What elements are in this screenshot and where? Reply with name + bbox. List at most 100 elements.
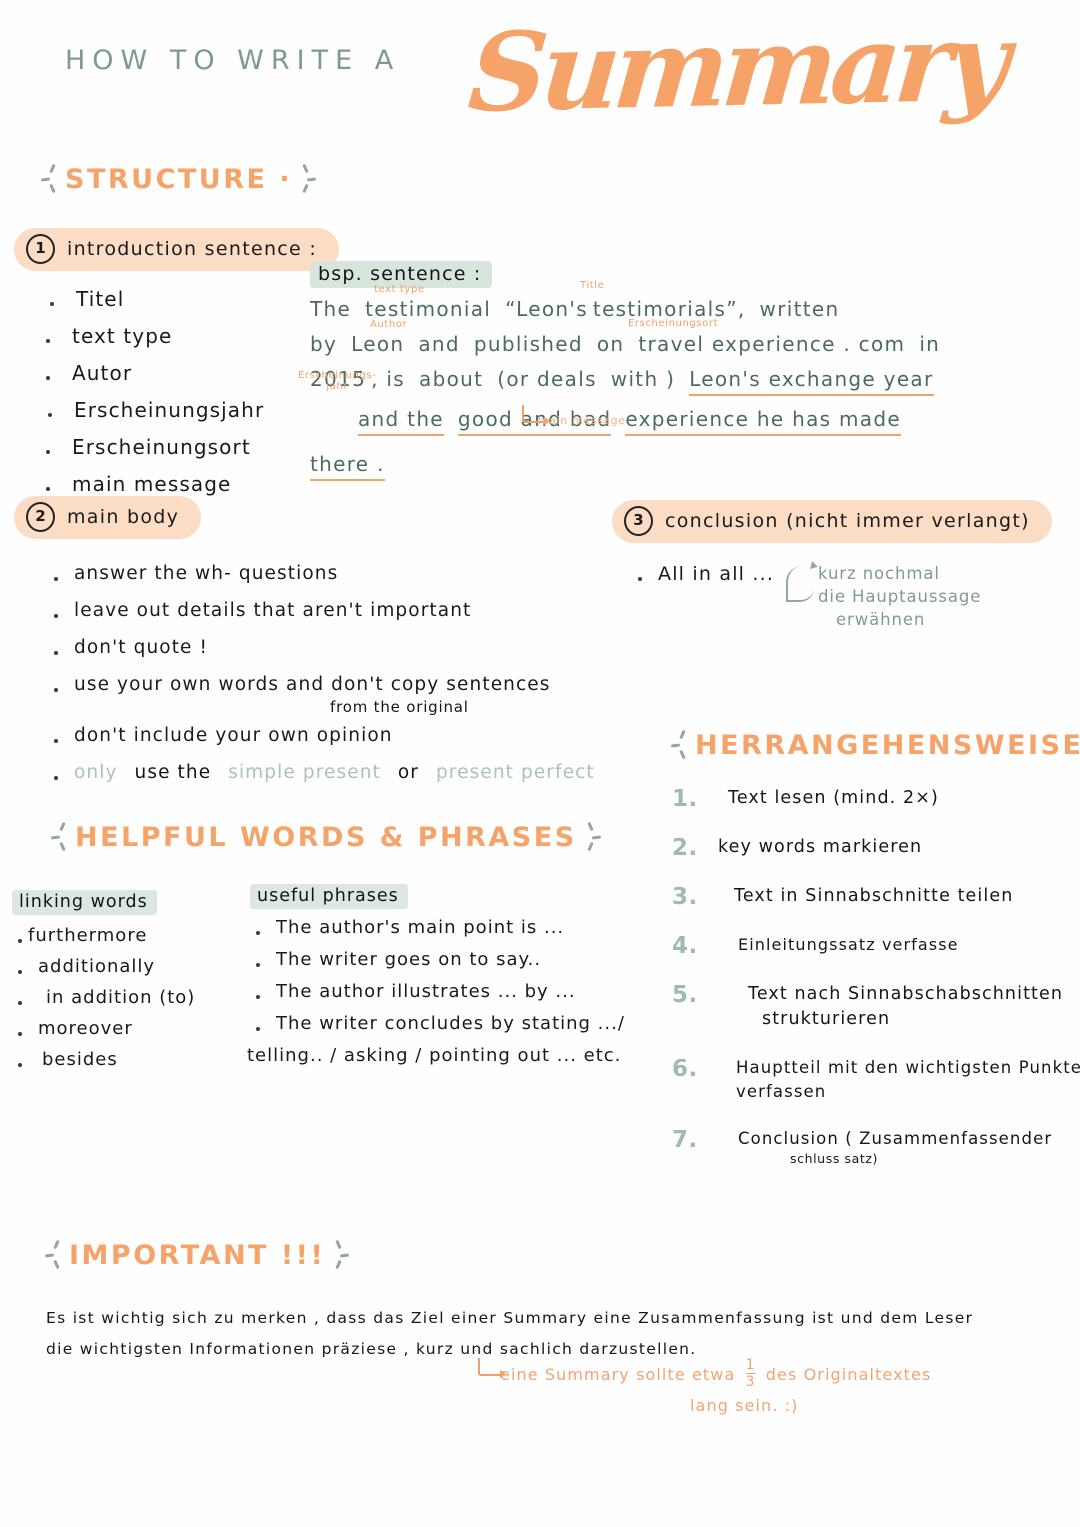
step-text-line1: Conclusion ( Zusammenfassender <box>738 1128 1053 1148</box>
badge-step-2-main-body: 2 main body <box>14 496 202 539</box>
example-word: testimonial <box>365 297 492 321</box>
section-heading-approach: HERRANGEHENSWEISE <box>670 728 1080 762</box>
important-paragraph: Es ist wichtig sich zu merken , dass das… <box>46 1303 1036 1365</box>
list-item: additionally <box>12 956 195 977</box>
list-item: All in all ... <box>632 563 774 585</box>
approach-step: 2. key words markieren <box>672 835 1072 861</box>
conclusion-phrase-list: All in all ... <box>632 563 774 585</box>
sub-annotation-from-the-original: from the original <box>330 698 469 716</box>
list-item: The author's main point is ... <box>250 917 625 938</box>
step-text: Conclusion ( Zusammenfassender schluss s… <box>718 1127 1052 1168</box>
section-heading-structure: STRUCTURE · <box>40 162 317 196</box>
step-text-line1: Text nach Sinnabschabschnitten <box>748 984 1064 1004</box>
conclusion-note-line3: erwähnen <box>836 610 926 630</box>
list-item: main message <box>40 472 264 496</box>
example-word-underlined: Leon's exchange year <box>689 367 934 396</box>
section-heading-important: IMPORTANT !!! <box>44 1238 350 1272</box>
page-title: HOW TO WRITE A Summary <box>65 0 1009 137</box>
main-body-rules-list: answer the wh- questions leave out detai… <box>48 563 595 799</box>
example-word-underlined: and the <box>358 407 444 436</box>
annotation-erscheinungsjahr-line1: Erscheinungs- <box>298 370 377 381</box>
list-item: text type <box>40 324 264 348</box>
annotation-title: Title <box>580 280 605 291</box>
approach-step: 7. Conclusion ( Zusammenfassender schlus… <box>672 1127 1072 1168</box>
example-word: Leon <box>351 332 405 356</box>
sparkle-dashes-right-icon <box>301 162 317 196</box>
step-text: Text lesen (mind. 2×) <box>728 788 939 808</box>
example-word: travel experience . com <box>638 332 906 356</box>
list-item: The writer goes on to say.. <box>250 949 625 970</box>
list-item: The author illustrates ... by ... <box>250 981 625 1002</box>
example-sentence-block: bsp. sentence : text type Title Author E… <box>298 261 970 481</box>
example-word: and <box>418 332 460 356</box>
notes-page: HOW TO WRITE A Summary STRUCTURE · 1 int… <box>0 0 1080 1527</box>
linking-words-heading: linking words <box>12 890 157 915</box>
list-item: furthermore <box>12 925 195 946</box>
approach-step: 3. Text in Sinnabschnitte teilen <box>672 884 1072 910</box>
example-word: “Leon's <box>505 297 588 321</box>
sparkle-dashes-left-icon <box>670 728 686 762</box>
example-line-5: there . <box>310 452 970 481</box>
step-number: 2. <box>672 835 698 861</box>
step-label: main body <box>67 506 180 528</box>
section-heading-approach-label: HERRANGEHENSWEISE <box>695 729 1080 761</box>
useful-phrases-heading: useful phrases <box>250 884 408 909</box>
list-item: moreover <box>12 1018 195 1039</box>
sparkle-dashes-right-icon <box>586 820 601 854</box>
approach-step: 6. Hauptteil mit den wichtigsten Punkten… <box>672 1056 1080 1104</box>
list-item: in addition (to) <box>12 987 195 1008</box>
tense-simple-present: simple present <box>228 762 381 783</box>
approach-step: 4. Einleitungssatz verfasse <box>672 933 1072 959</box>
step-text-line2: strukturieren <box>762 1009 891 1030</box>
approach-steps-list: 1. Text lesen (mind. 2×) 2. key words ma… <box>672 786 1080 1191</box>
list-item: use your own words and don't copy senten… <box>48 674 595 716</box>
list-item: answer the wh- questions <box>48 563 595 584</box>
list-item: Erscheinungsjahr <box>42 398 264 422</box>
step-text: key words markieren <box>718 837 923 857</box>
title-prefix: HOW TO WRITE A <box>65 45 401 76</box>
step-label: conclusion (nicht immer verlangt) <box>665 510 1030 532</box>
list-item: besides <box>12 1049 195 1070</box>
fraction-numerator: 1 <box>745 1357 756 1373</box>
badge-step-1-introduction: 1 introduction sentence : <box>14 228 340 271</box>
title-word-summary: Summary <box>464 0 1009 137</box>
step-text-line1: Hauptteil mit den wichtigsten Punkten <box>736 1057 1080 1077</box>
curly-brace-arrow-icon <box>786 566 814 602</box>
list-item: don't include your own opinion <box>48 725 595 746</box>
orange-note-part-a: eine Summary sollte etwa <box>500 1365 736 1384</box>
example-word: on <box>596 332 625 356</box>
sparkle-dashes-left-icon <box>40 162 56 196</box>
important-line-1: Es ist wichtig sich zu merken , dass das… <box>46 1309 974 1327</box>
section-heading-helpful-label: HELPFUL WORDS & PHRASES <box>75 821 577 853</box>
example-line-3: 2015, is about (or deals with ) Leon's excha… <box>310 367 970 396</box>
example-word: by <box>310 332 338 356</box>
useful-phrases-block: useful phrases The author's main point i… <box>247 884 625 1066</box>
fraction-one-third: 1 3 <box>745 1357 756 1390</box>
fraction-denominator: 3 <box>745 1373 756 1390</box>
step-number: 1. <box>672 786 698 812</box>
orange-note-line-2: lang sein. :) <box>690 1396 799 1415</box>
sparkle-dashes-left-icon <box>50 820 66 854</box>
step-text: Einleitungssatz verfasse <box>738 935 959 954</box>
step-number: 5. <box>672 982 698 1008</box>
step-text-subnote: schluss satz) <box>790 1150 879 1166</box>
badge-step-3-conclusion: 3 conclusion (nicht immer verlangt) <box>612 500 1052 543</box>
conclusion-note-line2: die Hauptaussage <box>818 587 982 607</box>
linking-words-block: linking words furthermore additionally i… <box>12 890 195 1080</box>
step-text: Text in Sinnabschnitte teilen <box>734 886 1014 906</box>
annotation-erscheinungsjahr-line2: jahr <box>326 380 349 392</box>
example-word: with ) <box>610 367 676 391</box>
step-number-circle: 1 <box>26 234 55 264</box>
list-item-text: use your own words and don't copy senten… <box>74 674 551 695</box>
sparkle-dashes-right-icon <box>334 1238 350 1272</box>
example-word: published <box>473 332 583 356</box>
example-word: The <box>310 297 352 321</box>
example-word-underlined: there . <box>310 452 385 481</box>
step-text: Hauptteil mit den wichtigsten Punkten ve… <box>718 1056 1080 1104</box>
useful-phrases-tail: telling.. / asking / pointing out ... et… <box>247 1045 622 1066</box>
important-orange-note: eine Summary sollte etwa 1 3 des Origina… <box>500 1357 931 1421</box>
linking-words-list: furthermore additionally in addition (to… <box>12 925 195 1070</box>
step-number-circle: 3 <box>624 506 653 536</box>
step-number: 4. <box>672 933 698 959</box>
example-word: about <box>419 367 484 391</box>
